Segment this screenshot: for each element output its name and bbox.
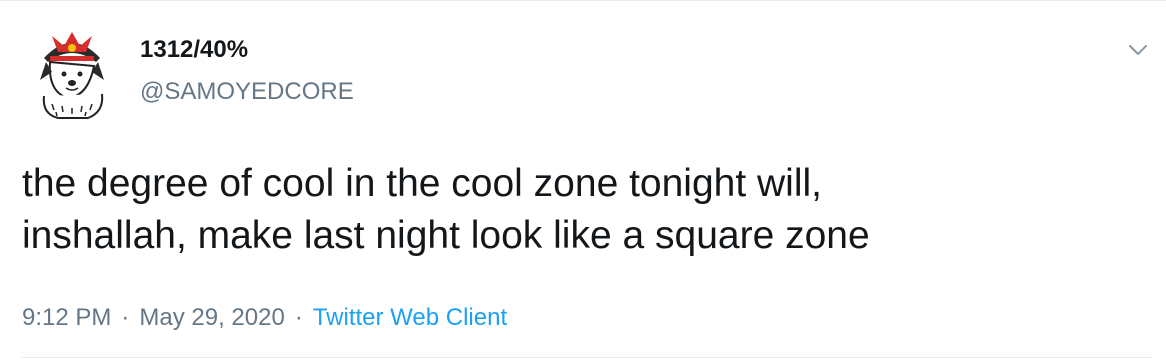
tweet-date[interactable]: May 29, 2020 bbox=[139, 304, 284, 331]
bottom-divider bbox=[22, 357, 1152, 358]
separator: · bbox=[121, 304, 130, 331]
tweet-metadata: 9:12 PM · May 29, 2020 · Twitter Web Client bbox=[22, 304, 507, 332]
avatar[interactable] bbox=[22, 22, 122, 122]
tweet-time[interactable]: 9:12 PM bbox=[22, 304, 111, 331]
tweet-text: the degree of cool in the cool zone toni… bbox=[22, 158, 1142, 262]
separator: · bbox=[294, 304, 303, 331]
display-name[interactable]: 1312/40% bbox=[140, 36, 248, 64]
tweet-text-line: the degree of cool in the cool zone toni… bbox=[22, 162, 823, 205]
top-divider bbox=[0, 0, 1166, 1]
source-link[interactable]: Twitter Web Client bbox=[313, 304, 507, 331]
user-handle[interactable]: @SAMOYEDCORE bbox=[140, 78, 354, 106]
tweet-text-line: inshallah, make last night look like a s… bbox=[22, 214, 870, 257]
chevron-down-icon[interactable] bbox=[1124, 36, 1152, 64]
samoyed-avatar-icon bbox=[22, 22, 122, 122]
